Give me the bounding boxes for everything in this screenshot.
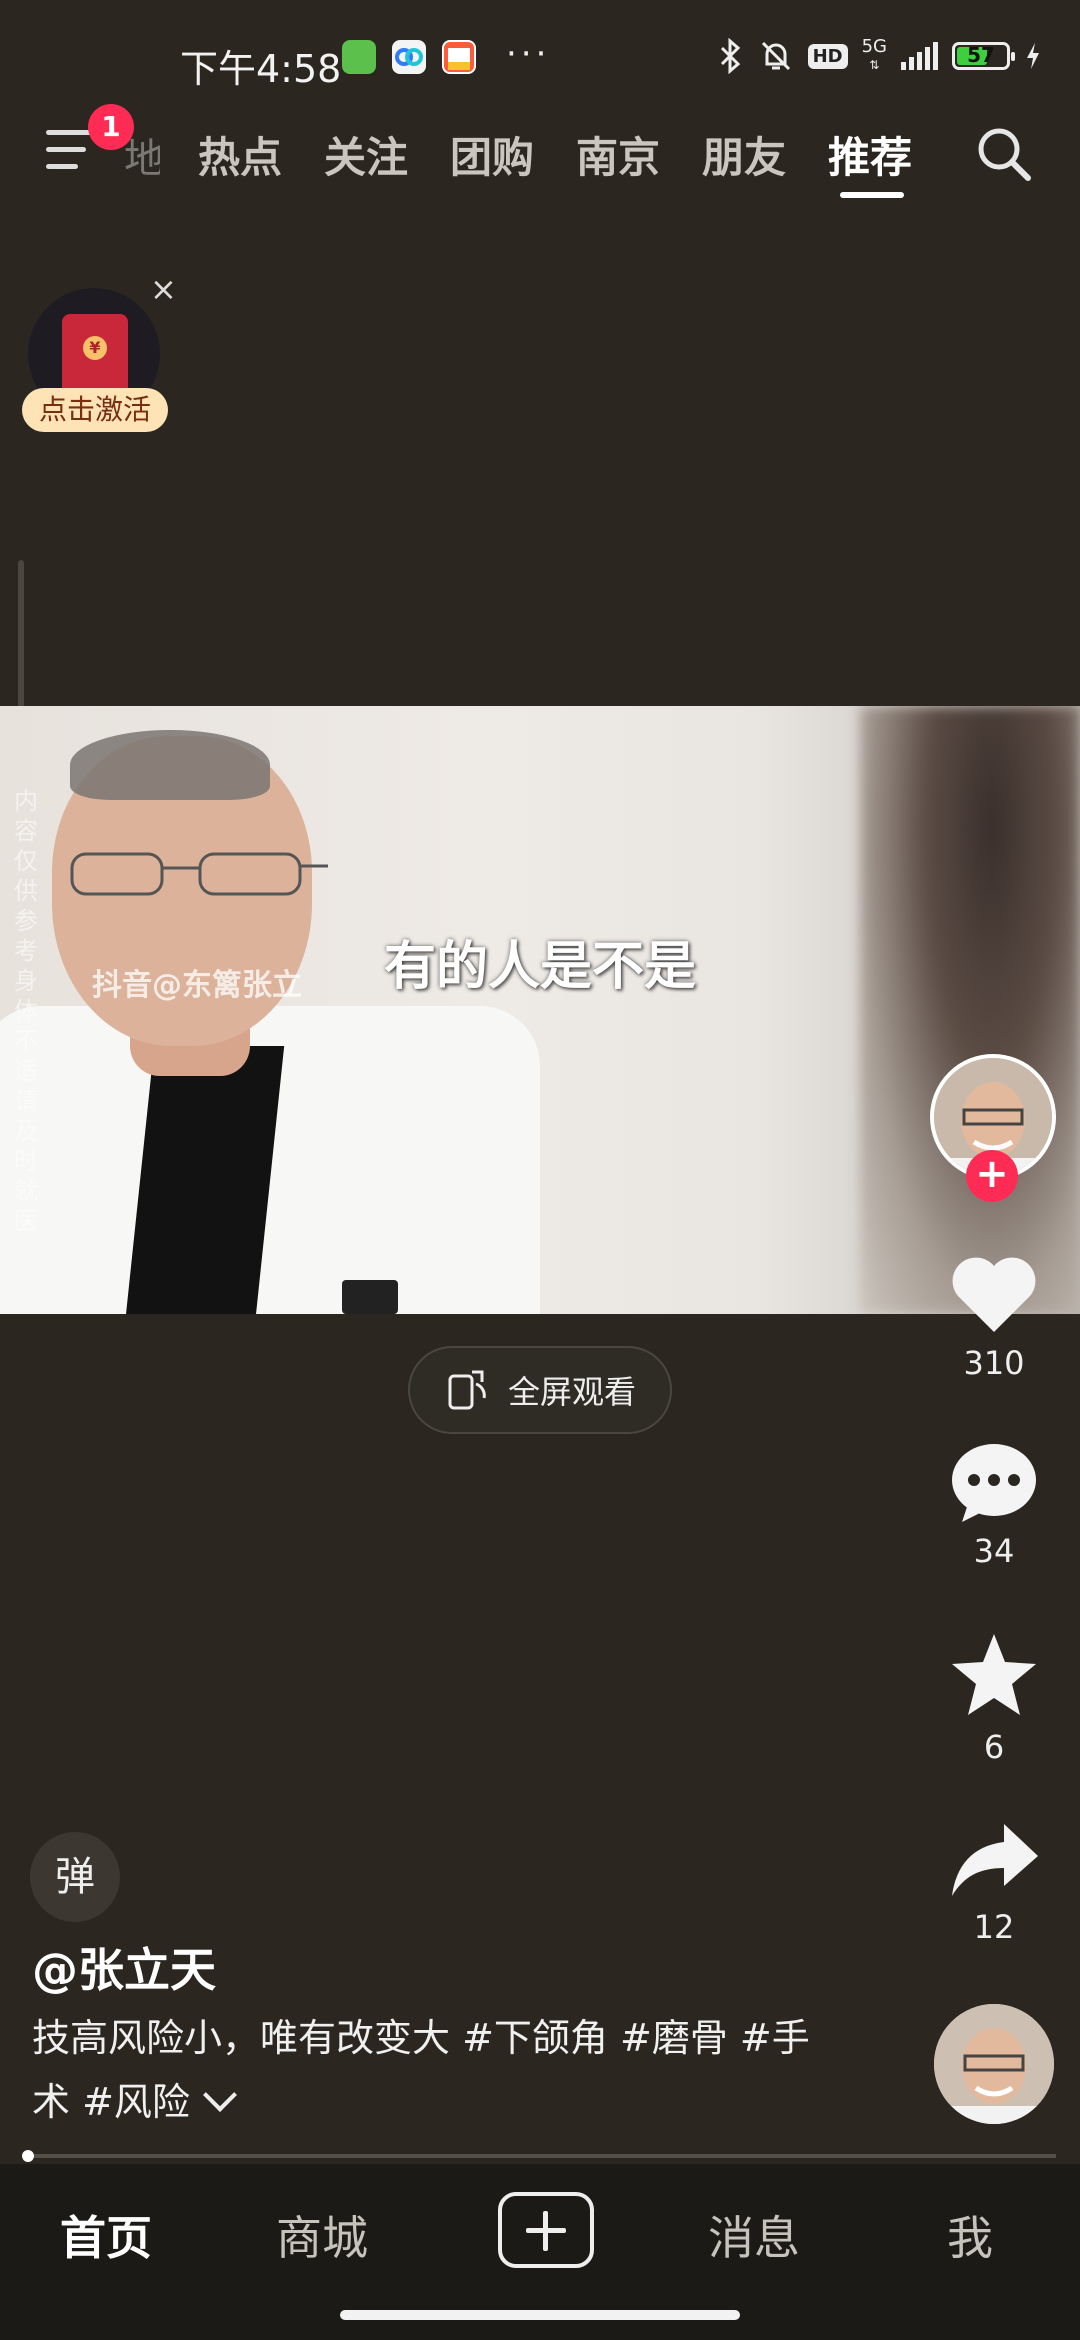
follow-plus-icon[interactable]: + [966, 1150, 1018, 1202]
comment-icon [952, 1444, 1036, 1522]
create-plus-button[interactable] [498, 2192, 594, 2268]
tab-recommend[interactable]: 推荐 [828, 124, 912, 185]
bluetooth-icon [720, 38, 740, 74]
comment-count: 34 [973, 1532, 1015, 1570]
network-type: 5G ⇅ [861, 36, 887, 73]
comment-button[interactable]: 34 [936, 1442, 1052, 1570]
status-more-icon: ··· [506, 34, 551, 74]
home-indicator [340, 2310, 740, 2320]
share-button[interactable]: 12 [936, 1820, 1052, 1946]
wechat-icon [342, 40, 376, 74]
status-bar: 下午4:58 ··· HD 5G ⇅ 57 [0, 0, 1080, 120]
search-icon[interactable] [972, 122, 1036, 186]
mute-bell-icon [761, 41, 790, 71]
music-disc[interactable] [934, 2004, 1054, 2124]
tab-messages[interactable]: 消息 [674, 2202, 834, 2268]
side-notice: 内容仅供参考 身体不适请及时就医 [14, 787, 38, 1235]
blurred-patient [860, 706, 1080, 1314]
charging-icon [1027, 43, 1039, 69]
scroll-indicator [18, 560, 24, 710]
star-icon [952, 1634, 1036, 1715]
baidu-netdisk-icon [392, 40, 426, 74]
active-tab-indicator [840, 192, 904, 198]
chevron-down-icon[interactable] [202, 2078, 237, 2112]
progress-thumb[interactable] [22, 2150, 34, 2162]
favorite-count: 6 [983, 1728, 1005, 1766]
tab-mall[interactable]: 商城 [242, 2202, 402, 2268]
tab-partial[interactable]: 地 [124, 126, 160, 184]
danmaku-button[interactable]: 弹 [30, 1832, 120, 1922]
58-app-icon [442, 40, 476, 74]
tab-hot[interactable]: 热点 [198, 124, 282, 185]
hd-badge: HD [807, 43, 848, 69]
tab-friends[interactable]: 朋友 [702, 124, 786, 185]
tab-me[interactable]: 我 [890, 2202, 1050, 2268]
fullscreen-label: 全屏观看 [507, 1373, 636, 1411]
glasses-icon [70, 852, 328, 896]
doctor-hair [70, 730, 270, 800]
tab-group-buy[interactable]: 团购 [450, 124, 534, 185]
status-right: HD 5G ⇅ 57 [718, 38, 1042, 74]
activation-label[interactable]: 点击激活 [22, 388, 168, 432]
video-player[interactable]: 内容仅供参考 身体不适请及时就医 抖音@东篱张立 有的人是不是 [0, 706, 1080, 1314]
video-caption[interactable]: 技高风险小，唯有改变大 #下颌角 #磨骨 #手术 #风险 [32, 2006, 832, 2134]
activation-widget[interactable]: ¥ 点击激活 [22, 288, 168, 448]
video-subtitle: 有的人是不是 [383, 937, 696, 997]
heart-icon [952, 1257, 1036, 1332]
favorite-button[interactable]: 6 [936, 1630, 1052, 1766]
signal-icon [901, 42, 938, 70]
tab-home[interactable]: 首页 [26, 2202, 186, 2268]
battery-icon: 57 [952, 42, 1015, 70]
video-progress-bar[interactable] [26, 2154, 1056, 2158]
tab-following[interactable]: 关注 [324, 124, 408, 185]
share-icon [952, 1824, 1038, 1896]
like-count: 310 [963, 1344, 1025, 1382]
caption-text: 技高风险小，唯有改变大 #下颌角 #磨骨 #手术 #风险 [32, 2016, 810, 2124]
tab-nanjing[interactable]: 南京 [576, 124, 660, 185]
rotate-screen-icon [448, 1370, 486, 1410]
close-icon[interactable]: × [150, 270, 177, 308]
share-count: 12 [973, 1908, 1015, 1946]
status-time: 下午4:58 [180, 47, 342, 91]
author-name[interactable]: @张立天 [32, 1934, 216, 2000]
like-button[interactable]: 310 [936, 1254, 1052, 1382]
fullscreen-button[interactable]: 全屏观看 [408, 1346, 672, 1434]
lapel-mic [342, 1280, 398, 1314]
